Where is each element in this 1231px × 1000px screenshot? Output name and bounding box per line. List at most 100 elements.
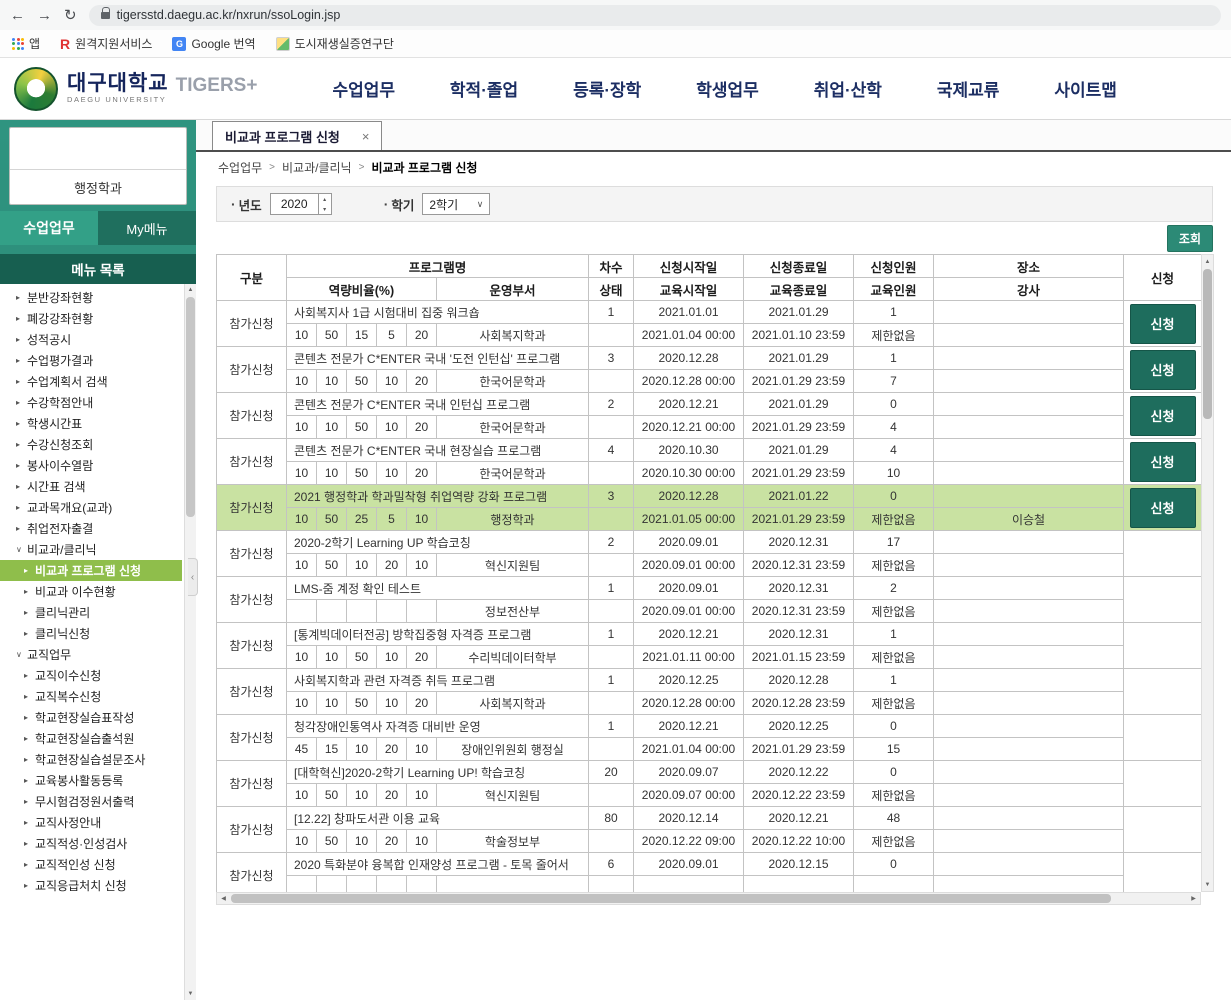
apply-button[interactable]: 신청 — [1130, 350, 1196, 390]
close-icon[interactable]: × — [362, 129, 370, 144]
sidebar-item[interactable]: ▸취업전자출결 — [0, 518, 182, 539]
sidebar-item[interactable]: ▸수업계획서 검색 — [0, 371, 182, 392]
sidebar-subitem[interactable]: ▸교직이수신청 — [0, 665, 182, 686]
program-row[interactable]: 참가신청 LMS-줌 계정 확인 테스트 1 2020.09.01 2020.1… — [217, 577, 1202, 600]
bookmark-research-center[interactable]: 도시재생실증연구단 — [276, 35, 394, 52]
table-vertical-scrollbar[interactable]: ▲ ▼ — [1201, 254, 1214, 892]
bookmark-google-translate[interactable]: G Google 번역 — [172, 35, 255, 52]
address-bar[interactable]: tigersstd.daegu.ac.kr/nxrun/ssoLogin.jsp — [89, 5, 1221, 26]
sidebar-item[interactable]: ▸봉사이수열람 — [0, 455, 182, 476]
apply-button[interactable]: 신청 — [1130, 442, 1196, 482]
scroll-thumb[interactable] — [1203, 269, 1212, 419]
program-row[interactable]: 참가신청 콘텐츠 전문가 C*ENTER 국내 인턴십 프로그램 2 2020.… — [217, 393, 1202, 416]
sidebar-subitem[interactable]: ▸비교과 프로그램 신청 — [0, 560, 182, 581]
apply-button[interactable]: 신청 — [1130, 488, 1196, 528]
scroll-up-icon[interactable]: ▲ — [1202, 255, 1213, 268]
spinner-up-icon[interactable]: ▴ — [319, 194, 331, 204]
university-logo-icon[interactable] — [14, 67, 58, 111]
sidebar-item[interactable]: ▸학생시간표 — [0, 413, 182, 434]
sidebar-subitem[interactable]: ▸비교과 이수현황 — [0, 581, 182, 602]
nav-item[interactable]: 등록·장학 — [573, 76, 641, 101]
sidebar-scrollbar[interactable]: ▲ ▼ — [184, 284, 196, 1000]
sidebar-subitem[interactable]: ▸교직응급처치 신청 — [0, 875, 182, 896]
tab-my-menu[interactable]: My메뉴 — [98, 211, 196, 245]
scroll-left-icon[interactable]: ◀ — [217, 893, 230, 904]
refresh-icon[interactable]: ↻ — [64, 6, 77, 24]
ratio-cell: 15 — [347, 324, 377, 347]
sidebar-group[interactable]: ∨교직업무 — [0, 644, 182, 665]
spinner-buttons[interactable]: ▴ ▾ — [318, 194, 331, 214]
apply-button[interactable]: 신청 — [1130, 304, 1196, 344]
sidebar-subitem[interactable]: ▸교육봉사활동등록 — [0, 770, 182, 791]
search-button[interactable]: 조회 — [1167, 225, 1213, 252]
ratio-cell: 10 — [317, 462, 347, 485]
arrow-right-icon: ▸ — [24, 734, 35, 743]
program-row[interactable]: 참가신청 [대학혁신]2020-2학기 Learning UP! 학습코칭 20… — [217, 761, 1202, 784]
semester-select[interactable]: 2학기 ∨ — [422, 193, 490, 215]
sidebar-subitem[interactable]: ▸클리닉신청 — [0, 623, 182, 644]
table-horizontal-scrollbar[interactable]: ◀ ▶ — [216, 892, 1201, 905]
back-icon[interactable]: ← — [10, 7, 25, 24]
sidebar-item[interactable]: ▸폐강강좌현황 — [0, 308, 182, 329]
sidebar-subitem[interactable]: ▸교직적인성 신청 — [0, 854, 182, 875]
breadcrumb-item[interactable]: 수업업무 — [218, 159, 262, 176]
sidebar-item[interactable]: ▸시간표 검색 — [0, 476, 182, 497]
sidebar-subitem[interactable]: ▸학교현장실습표작성 — [0, 707, 182, 728]
sidebar-subitem[interactable]: ▸교직적성·인성검사 — [0, 833, 182, 854]
nav-item[interactable]: 취업·산학 — [814, 76, 882, 101]
bookmark-apps[interactable]: 앱 — [12, 35, 40, 52]
program-row[interactable]: 참가신청 2020-2학기 Learning UP 학습코칭 2 2020.09… — [217, 531, 1202, 554]
year-spinner[interactable]: 2020 ▴ ▾ — [270, 193, 332, 215]
menu-item-label: 수업평가결과 — [27, 352, 93, 369]
program-row[interactable]: 참가신청 콘텐츠 전문가 C*ENTER 국내 '도전 인턴십' 프로그램 3 … — [217, 347, 1202, 370]
sidebar-subitem[interactable]: ▸교직복수신청 — [0, 686, 182, 707]
nav-item[interactable]: 사이트맵 — [1054, 76, 1117, 101]
bookmark-remote-support[interactable]: R 원격지원서비스 — [60, 35, 152, 52]
nav-item[interactable]: 국제교류 — [937, 76, 1000, 101]
sidebar-subitem[interactable]: ▸교직사정안내 — [0, 812, 182, 833]
tab-class-work[interactable]: 수업업무 — [0, 211, 98, 245]
program-row[interactable]: 참가신청 [12.22] 창파도서관 이용 교육 80 2020.12.14 2… — [217, 807, 1202, 830]
program-row[interactable]: 참가신청 사회복지사 1급 시험대비 집중 워크숍 1 2021.01.01 2… — [217, 301, 1202, 324]
scroll-down-icon[interactable]: ▼ — [185, 988, 196, 1000]
sidebar-item[interactable]: ▸교과목개요(교과) — [0, 497, 182, 518]
breadcrumb-item[interactable]: 비교과 프로그램 신청 — [371, 159, 477, 176]
sidebar-subitem[interactable]: ▸클리닉관리 — [0, 602, 182, 623]
sidebar-subitem[interactable]: ▸학교현장실습설문조사 — [0, 749, 182, 770]
sidebar-collapse-handle[interactable]: ‹ — [188, 558, 198, 596]
program-row[interactable]: 참가신청 콘텐츠 전문가 C*ENTER 국내 현장실습 프로그램 4 2020… — [217, 439, 1202, 462]
program-row[interactable]: 참가신청 [통계빅데이터전공] 방학집중형 자격증 프로그램 1 2020.12… — [217, 623, 1202, 646]
breadcrumb-item[interactable]: 비교과/클리닉 — [282, 159, 352, 176]
sidebar-item[interactable]: ▸수강신청조회 — [0, 434, 182, 455]
nav-item[interactable]: 학생업무 — [696, 76, 759, 101]
scroll-up-icon[interactable]: ▲ — [185, 284, 196, 296]
apply-button[interactable]: 신청 — [1130, 396, 1196, 436]
nav-item[interactable]: 학적·졸업 — [450, 76, 518, 101]
nav-item[interactable]: 수업업무 — [332, 76, 395, 101]
scroll-thumb[interactable] — [231, 894, 1111, 903]
university-name[interactable]: 대구대학교 DAEGU UNIVERSITY — [67, 73, 169, 104]
arrow-right-icon: ▸ — [16, 335, 27, 344]
spinner-down-icon[interactable]: ▾ — [319, 204, 331, 214]
scroll-thumb[interactable] — [186, 297, 195, 517]
arrow-right-icon: ▸ — [24, 818, 35, 827]
sidebar-item[interactable]: ▸수업평가결과 — [0, 350, 182, 371]
program-row[interactable]: 참가신청 2021 행정학과 학과밀착형 취업역량 강화 프로그램 3 2020… — [217, 485, 1202, 508]
sidebar-subitem[interactable]: ▸학교현장실습출석원 — [0, 728, 182, 749]
program-row[interactable]: 참가신청 사회복지학과 관련 자격증 취득 프로그램 1 2020.12.25 … — [217, 669, 1202, 692]
sidebar-item[interactable]: ▸분반강좌현황 — [0, 287, 182, 308]
forward-icon[interactable]: → — [37, 7, 52, 24]
sidebar-item[interactable]: ▸수강학점안내 — [0, 392, 182, 413]
sidebar-subitem[interactable]: ▸무시험검정원서출력 — [0, 791, 182, 812]
scroll-down-icon[interactable]: ▼ — [1202, 878, 1213, 891]
ratio-cell: 10 — [377, 416, 407, 439]
sidebar-group[interactable]: ∨비교과/클리닉 — [0, 539, 182, 560]
program-row-detail: 10 10 50 10 20 한국어문학과 2020.10.30 00:00 2… — [217, 462, 1202, 485]
tab-program-application[interactable]: 비교과 프로그램 신청 × — [212, 121, 382, 150]
sidebar-item[interactable]: ▸성적공시 — [0, 329, 182, 350]
program-row[interactable]: 참가신청 2020 특화분야 융복합 인재양성 프로그램 - 토목 줄어서 6 … — [217, 853, 1202, 876]
program-row[interactable]: 참가신청 청각장애인통역사 자격증 대비반 운영 1 2020.12.21 20… — [217, 715, 1202, 738]
scroll-right-icon[interactable]: ▶ — [1187, 893, 1200, 904]
university-header: 대구대학교 DAEGU UNIVERSITY TIGERS+ 수업업무학적·졸업… — [0, 58, 1231, 120]
menu-item-label: 성적공시 — [27, 331, 71, 348]
